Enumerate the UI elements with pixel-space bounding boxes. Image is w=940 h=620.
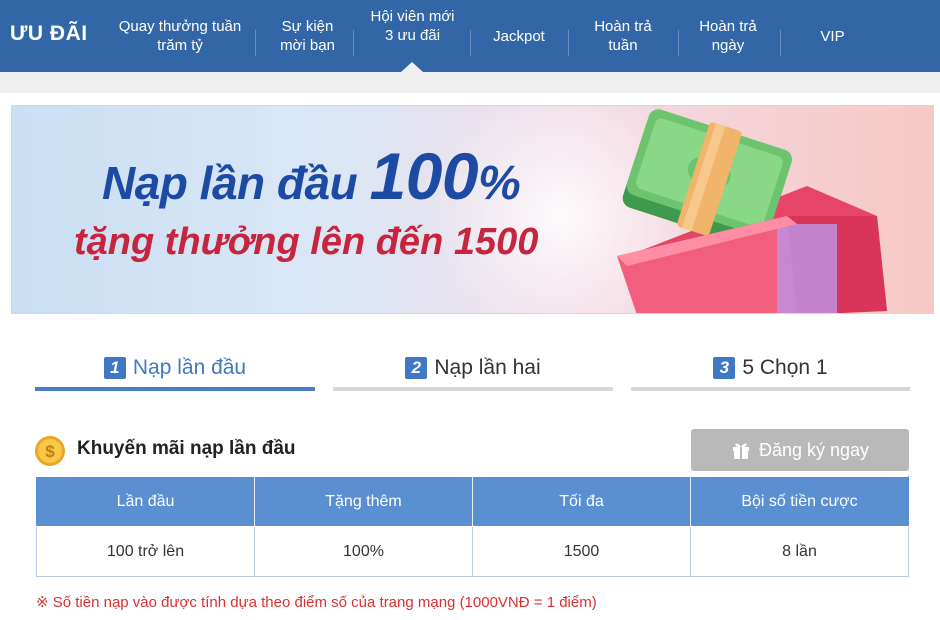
register-now-label: Đăng ký ngay	[758, 439, 870, 460]
nav-item-new-member[interactable]: Hội viên mới 3 ưu đãi	[355, 0, 470, 62]
column-header-first-time: Lần đầu	[36, 476, 255, 527]
tab-underline-active	[35, 387, 315, 391]
nav-item-label-line1: Hoàn trả	[699, 18, 757, 35]
nav-item-weekly-spin[interactable]: Quay thưởng tuần trăm tỷ	[100, 0, 260, 72]
nav-item-label-line2: trăm tỷ	[157, 37, 203, 54]
section-title: Khuyến mãi nạp lần đầu	[77, 438, 296, 459]
banner-subheadline: tặng thưởng lên đến 1500	[74, 221, 539, 263]
table-row: 100 trở lên 100% 1500 8 lần	[36, 526, 909, 577]
nav-item-weekly-rebate[interactable]: Hoàn trả tuần	[568, 0, 678, 72]
tab-first-deposit[interactable]: 1 Nạp lần đầu	[35, 345, 315, 391]
tab-underline	[333, 387, 613, 391]
nav-item-label-line2: tuần	[608, 37, 638, 54]
promo-nav: Quay thưởng tuần trăm tỷ Sự kiện mời bạn H…	[100, 0, 940, 72]
nav-item-daily-rebate[interactable]: Hoàn trả ngày	[678, 0, 778, 72]
dollar-coin-icon: $	[35, 436, 65, 466]
gift-icon	[732, 443, 749, 459]
active-nav-indicator	[401, 62, 423, 72]
banner-headline-percent: %	[478, 157, 521, 210]
tab-number-badge: 2	[405, 357, 428, 379]
promo-details-table: Lần đầu Tặng thêm Tối đa Bội số tiền cượ…	[36, 476, 909, 577]
nav-underline-strip	[0, 72, 940, 93]
nav-item-jackpot[interactable]: Jackpot	[470, 0, 568, 72]
tab-second-deposit[interactable]: 2 Nạp lần hai	[333, 345, 613, 391]
nav-item-invite-friends[interactable]: Sự kiện mời bạn	[260, 0, 355, 72]
nav-item-label-line2: ngày	[711, 37, 745, 54]
table-header-row: Lần đầu Tặng thêm Tối đa Bội số tiền cượ…	[36, 476, 909, 527]
column-header-wager-multiplier: Bội số tiền cược	[690, 476, 909, 527]
nav-item-label-line1: Quay thưởng tuần	[118, 18, 242, 35]
nav-item-label-line1: Sự kiện	[281, 18, 334, 35]
table-cell: 8 lần	[690, 526, 909, 577]
tab-choose-one-of-five[interactable]: 3 5 Chọn 1	[631, 345, 910, 391]
brand-title: ƯU ĐÃI	[10, 22, 88, 45]
column-header-maximum: Tối đa	[472, 476, 691, 527]
tab-underline	[631, 387, 910, 391]
nav-item-vip[interactable]: VIP	[780, 0, 885, 72]
banner-headline-number: 100	[369, 139, 479, 213]
banner-headline: Nạp lần đầu 100%	[102, 138, 521, 214]
nav-item-label-line2: mời bạn	[280, 37, 335, 54]
register-now-button[interactable]: Đăng ký ngay	[691, 429, 909, 471]
top-nav-bar: ƯU ĐÃI Quay thưởng tuần trăm tỷ Sự kiện mờ…	[0, 0, 940, 72]
banner-headline-text: Nạp lần đầu	[102, 157, 370, 209]
tab-label: Nạp lần đầu	[132, 356, 247, 379]
tab-number-badge: 1	[103, 357, 126, 379]
nav-item-label-line1: Hội viên mới	[370, 8, 455, 25]
nav-divider	[353, 30, 354, 56]
conversion-note: ※ Số tiền nạp vào được tính dựa theo điể…	[36, 594, 597, 611]
tab-number-badge: 3	[713, 357, 736, 379]
table-cell: 100%	[254, 526, 473, 577]
svg-text:$: $	[45, 442, 55, 461]
column-header-bonus: Tặng thêm	[254, 476, 473, 527]
table-cell: 1500	[472, 526, 691, 577]
nav-item-label: VIP	[820, 27, 845, 45]
tab-label: Nạp lần hai	[434, 356, 541, 379]
nav-divider	[255, 30, 256, 56]
nav-item-label-line1: Hoàn trả	[594, 18, 652, 35]
nav-item-label-line2: 3 ưu đãi	[384, 27, 441, 44]
gift-box-cash-illustration	[617, 109, 887, 313]
tab-label: 5 Chọn 1	[742, 356, 828, 379]
promo-banner: Nạp lần đầu 100% tặng thưởng lên đến 150…	[11, 105, 934, 314]
table-cell: 100 trở lên	[36, 526, 255, 577]
nav-item-label: Jackpot	[493, 27, 545, 45]
